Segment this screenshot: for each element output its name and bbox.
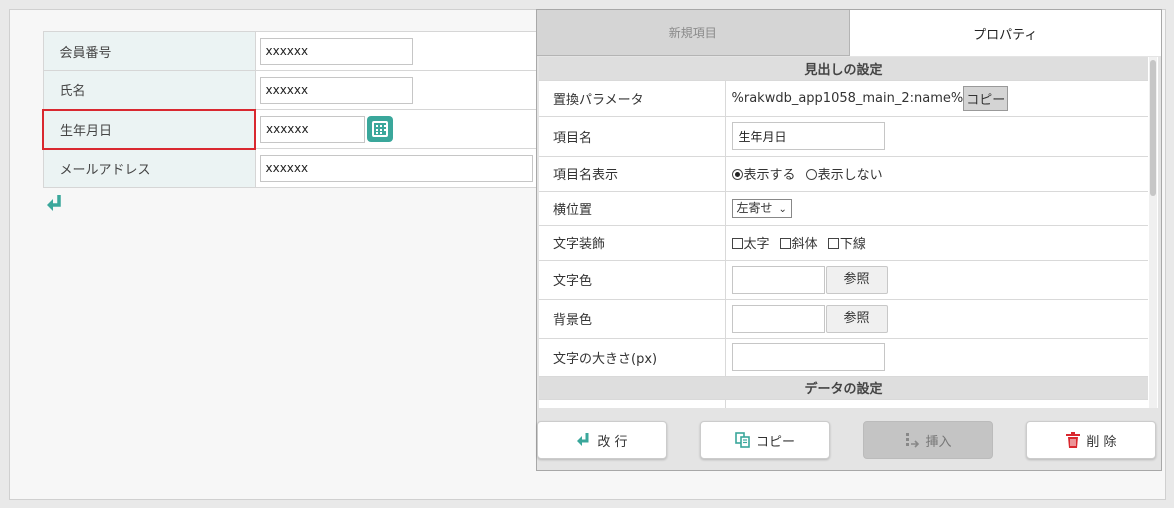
- checkbox-bold[interactable]: 太字: [731, 237, 770, 252]
- copy-button[interactable]: コピー: [700, 421, 830, 459]
- param-copy-button[interactable]: コピー: [963, 85, 1009, 111]
- prop-label: 文字の大きさ(px): [539, 338, 726, 377]
- property-list[interactable]: 見出しの設定 置換パラメータ %rakwdb_app1058_main_2:na…: [539, 57, 1158, 408]
- calendar-icon[interactable]: [367, 116, 393, 142]
- form-row-member-no[interactable]: 会員番号 xxxxxx: [42, 31, 538, 71]
- insert-icon: [906, 433, 920, 448]
- checkbox-underline[interactable]: 下線: [827, 237, 866, 252]
- form-layout-table: 会員番号 xxxxxx 氏名 xxxxxx 生年月日 xxxxxx メールアドレ…: [42, 31, 538, 188]
- prop-label: 文字色: [539, 260, 726, 300]
- tab-property[interactable]: プロパティ: [849, 10, 1161, 56]
- form-label: メールアドレス: [42, 148, 256, 188]
- property-table: 見出しの設定 置換パラメータ %rakwdb_app1058_main_2:na…: [539, 57, 1148, 408]
- form-row-email[interactable]: メールアドレス xxxxxx: [42, 148, 538, 188]
- prop-label: 横位置: [539, 191, 726, 226]
- text-color-ref-button[interactable]: 参照: [825, 265, 888, 294]
- text-color-input[interactable]: [731, 265, 825, 294]
- copy-icon: [735, 432, 750, 448]
- prop-label: 置換パラメータ: [539, 80, 726, 117]
- return-icon: [577, 433, 589, 446]
- chevron-down-icon: ⌄: [778, 203, 787, 215]
- prop-label: 項目名: [539, 116, 726, 157]
- bg-color-ref-button[interactable]: 参照: [825, 304, 888, 333]
- bg-color-input[interactable]: [731, 304, 825, 333]
- radio-hide[interactable]: 表示しない: [805, 168, 883, 183]
- prop-label: 項目名表示: [539, 156, 726, 192]
- prop-label: 背景色: [539, 299, 726, 339]
- insert-button[interactable]: 挿入: [863, 421, 993, 459]
- form-row-name[interactable]: 氏名 xxxxxx: [42, 70, 538, 110]
- align-select[interactable]: 左寄せ ⌄: [731, 198, 792, 218]
- property-scrollbar[interactable]: [1149, 57, 1157, 408]
- radio-on-icon: [731, 169, 743, 180]
- checkbox-icon: [731, 238, 743, 249]
- member-no-input[interactable]: xxxxxx: [259, 37, 413, 65]
- radio-show[interactable]: 表示する: [731, 168, 796, 183]
- checkbox-italic[interactable]: 斜体: [779, 237, 818, 252]
- tab-new-item[interactable]: 新規項目: [537, 10, 850, 56]
- newline-button[interactable]: 改 行: [537, 421, 667, 459]
- checkbox-icon: [779, 238, 791, 249]
- prop-label: 文字装飾: [539, 225, 726, 261]
- return-icon[interactable]: [45, 193, 65, 213]
- property-panel: 新規項目 プロパティ 見出しの設定 置換パラメータ %rakwdb_app105…: [536, 9, 1162, 471]
- checkbox-icon: [827, 238, 839, 249]
- section-data-settings: データの設定: [539, 376, 1148, 400]
- item-name-input[interactable]: 生年月日: [731, 122, 885, 150]
- name-input[interactable]: xxxxxx: [259, 76, 413, 104]
- panel-tabs: 新規項目 プロパティ: [537, 10, 1161, 56]
- form-row-birthdate[interactable]: 生年月日 xxxxxx: [42, 108, 538, 150]
- panel-action-bar: 改 行 コピー 挿入 削 除: [537, 421, 1163, 461]
- replace-parameter-value: %rakwdb_app1058_main_2:name%: [731, 90, 964, 106]
- section-heading-settings: 見出しの設定: [539, 57, 1148, 81]
- email-input[interactable]: xxxxxx: [259, 154, 533, 182]
- scrollbar-thumb[interactable]: [1150, 60, 1156, 196]
- form-label: 会員番号: [42, 31, 256, 71]
- font-size-input[interactable]: [731, 343, 885, 371]
- trash-icon: [1066, 432, 1081, 448]
- birthdate-input[interactable]: xxxxxx: [260, 115, 365, 143]
- delete-button[interactable]: 削 除: [1026, 421, 1156, 459]
- form-label: 氏名: [42, 70, 256, 110]
- radio-off-icon: [805, 169, 817, 180]
- form-label: 生年月日: [42, 108, 256, 150]
